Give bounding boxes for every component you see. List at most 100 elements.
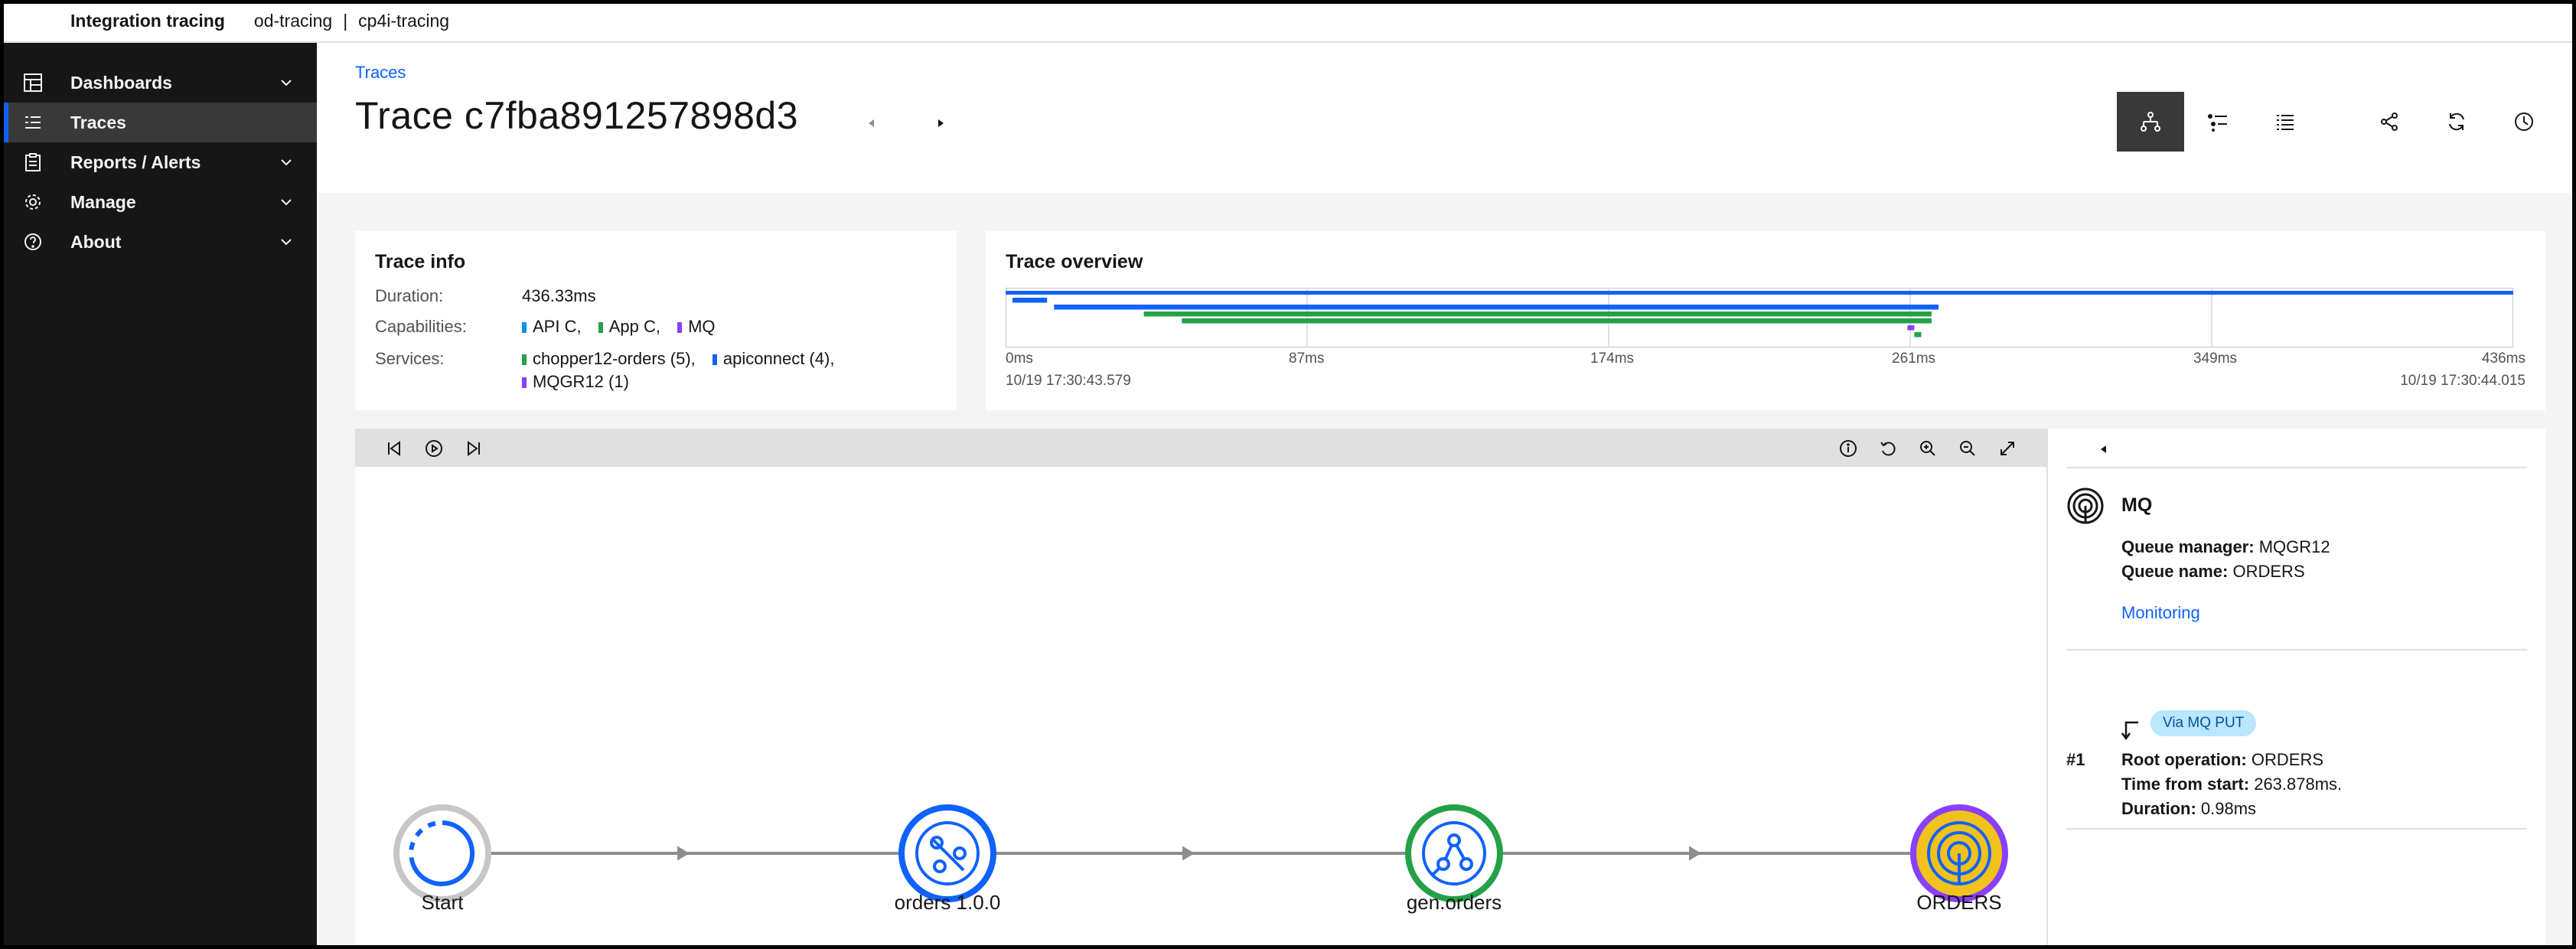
sidebar-item-label: Traces <box>70 112 126 132</box>
trace-overview-title: Trace overview <box>1006 251 1143 272</box>
caret-right-icon <box>938 119 944 127</box>
sidebar-item-label: Reports / Alerts <box>70 152 201 172</box>
tree-list-view-button[interactable] <box>2184 92 2252 152</box>
sidebar-item-label: About <box>70 231 122 252</box>
color-chip <box>522 354 527 365</box>
graph-canvas[interactable] <box>355 467 2046 949</box>
reset-icon <box>1880 442 1896 456</box>
report-icon <box>25 153 41 171</box>
share-button[interactable] <box>2356 92 2423 152</box>
refresh-button[interactable] <box>2423 92 2490 152</box>
next-trace-button[interactable] <box>929 112 952 135</box>
node-orders-api[interactable] <box>898 804 996 902</box>
fit-to-screen-button[interactable] <box>1996 437 2019 460</box>
node-gen-orders[interactable] <box>1405 804 1503 902</box>
sidebar-item-manage[interactable]: Manage <box>0 182 317 222</box>
trace-info-card: Trace info Duration: 436.33ms Capabiliti… <box>355 231 957 410</box>
context-namespace[interactable]: od-tracing <box>254 11 332 31</box>
queue-name-row: Queue name: ORDERS <box>2121 562 2305 581</box>
timeline-span <box>1054 305 1939 310</box>
zoom-in-button[interactable] <box>1916 437 1939 460</box>
trace-overview-timeline[interactable] <box>1006 288 2513 347</box>
fit-screen-icon <box>2000 442 2014 455</box>
color-chip <box>522 322 527 333</box>
info-button[interactable] <box>1837 437 1860 460</box>
reset-layout-button[interactable] <box>1877 437 1899 460</box>
topology-view-button[interactable] <box>2117 92 2184 152</box>
timeline-tick-label: 0ms <box>1006 351 1033 367</box>
timeline-tick-label: 436ms <box>2481 351 2525 367</box>
color-chip <box>677 322 683 333</box>
timeline-span <box>1012 298 1048 303</box>
edge-midpoint-arrow <box>1689 846 1701 861</box>
time-range-button[interactable] <box>2490 92 2558 152</box>
service-mqgr[interactable]: MQGR12 (1) <box>522 372 629 392</box>
context-instance[interactable]: cp4i-tracing <box>358 11 449 31</box>
play-button[interactable] <box>422 437 445 460</box>
breadcrumb-traces[interactable]: Traces <box>355 63 406 83</box>
app-title[interactable]: Integration tracing <box>70 11 225 31</box>
previous-trace-button[interactable] <box>860 112 883 135</box>
trace-topology-graph: Start orders 1.0.0 gen.orders ORDERS <box>355 429 2046 949</box>
sidebar-item-label: Manage <box>70 191 136 212</box>
capability-api: API C, <box>522 317 582 336</box>
timeline-tick-label: 174ms <box>1590 351 1635 367</box>
capabilities-list: API C, App C, MQ <box>522 317 716 337</box>
view-toolbar <box>2117 92 2558 152</box>
mq-icon <box>2067 488 2104 524</box>
divider <box>2066 649 2527 651</box>
timeline-span <box>1914 332 1922 338</box>
timeline-span <box>1182 318 1932 324</box>
node-start[interactable] <box>393 804 491 902</box>
capability-mq: MQ <box>677 317 716 336</box>
sidebar-item-traces[interactable]: Traces <box>0 103 317 142</box>
mq-queue-icon <box>1927 821 1991 885</box>
details-title: MQ <box>2121 494 2153 516</box>
service-apiconnect[interactable]: apiconnect (4), <box>712 349 834 368</box>
sidebar-item-label: Dashboards <box>70 72 172 93</box>
side-nav: Dashboards Traces Reports / Alerts Manag… <box>0 43 317 949</box>
queue-manager-row: Queue manager: MQGR12 <box>2121 537 2330 556</box>
skip-forward-icon <box>468 441 480 456</box>
list-view-icon <box>2277 115 2294 130</box>
start-timestamp: 10/19 17:30:43.579 <box>1006 373 1131 389</box>
trace-info-title: Trace info <box>375 251 466 272</box>
share-icon <box>2381 113 2398 131</box>
trace-overview-card: Trace overview 0ms 87ms 174ms 261ms 349ms 436… <box>986 231 2545 410</box>
tree-list-icon <box>2208 114 2227 132</box>
sidebar-item-about[interactable]: About <box>0 222 317 262</box>
chevron-down-icon <box>281 159 292 166</box>
zoom-out-button[interactable] <box>1956 437 1979 460</box>
services-list: chopper12-orders (5), apiconnect (4), <box>522 349 834 369</box>
operation-duration-row: Duration: 0.98ms <box>2121 799 2257 818</box>
services-label: Services: <box>375 349 445 368</box>
timeline-tick-label: 87ms <box>1289 351 1325 367</box>
help-icon <box>24 233 41 250</box>
collapse-panel-button[interactable] <box>2092 438 2115 461</box>
service-chopper[interactable]: chopper12-orders (5), <box>522 349 696 368</box>
timeline-span <box>1006 291 2513 295</box>
color-chip <box>522 377 527 388</box>
main-content: Traces Trace c7fba891257898d3 Trace info… <box>317 43 2576 949</box>
skip-back-icon <box>388 441 400 456</box>
skip-forward-button[interactable] <box>462 437 485 460</box>
skip-back-button[interactable] <box>383 437 406 460</box>
list-view-button[interactable] <box>2252 92 2319 152</box>
graph-edges <box>442 845 1928 862</box>
sidebar-item-reports-alerts[interactable]: Reports / Alerts <box>0 142 317 182</box>
sidebar-item-dashboards[interactable]: Dashboards <box>0 63 317 103</box>
zoom-in-icon <box>1920 441 1935 456</box>
node-orders-queue[interactable] <box>1910 804 2008 902</box>
operation-badge: Via MQ PUT <box>2150 710 2257 736</box>
edge-midpoint-arrow <box>677 846 690 861</box>
node-label-start: Start <box>421 891 464 914</box>
monitoring-link[interactable]: Monitoring <box>2121 603 2200 623</box>
context-separator: | <box>343 10 348 31</box>
divider <box>2066 467 2527 468</box>
list-icon <box>25 116 41 129</box>
root-operation-row: Root operation: ORDERS <box>2121 750 2324 769</box>
dashboard-icon <box>24 73 42 92</box>
capability-app: App C, <box>598 317 660 336</box>
chevron-down-icon <box>281 80 292 86</box>
